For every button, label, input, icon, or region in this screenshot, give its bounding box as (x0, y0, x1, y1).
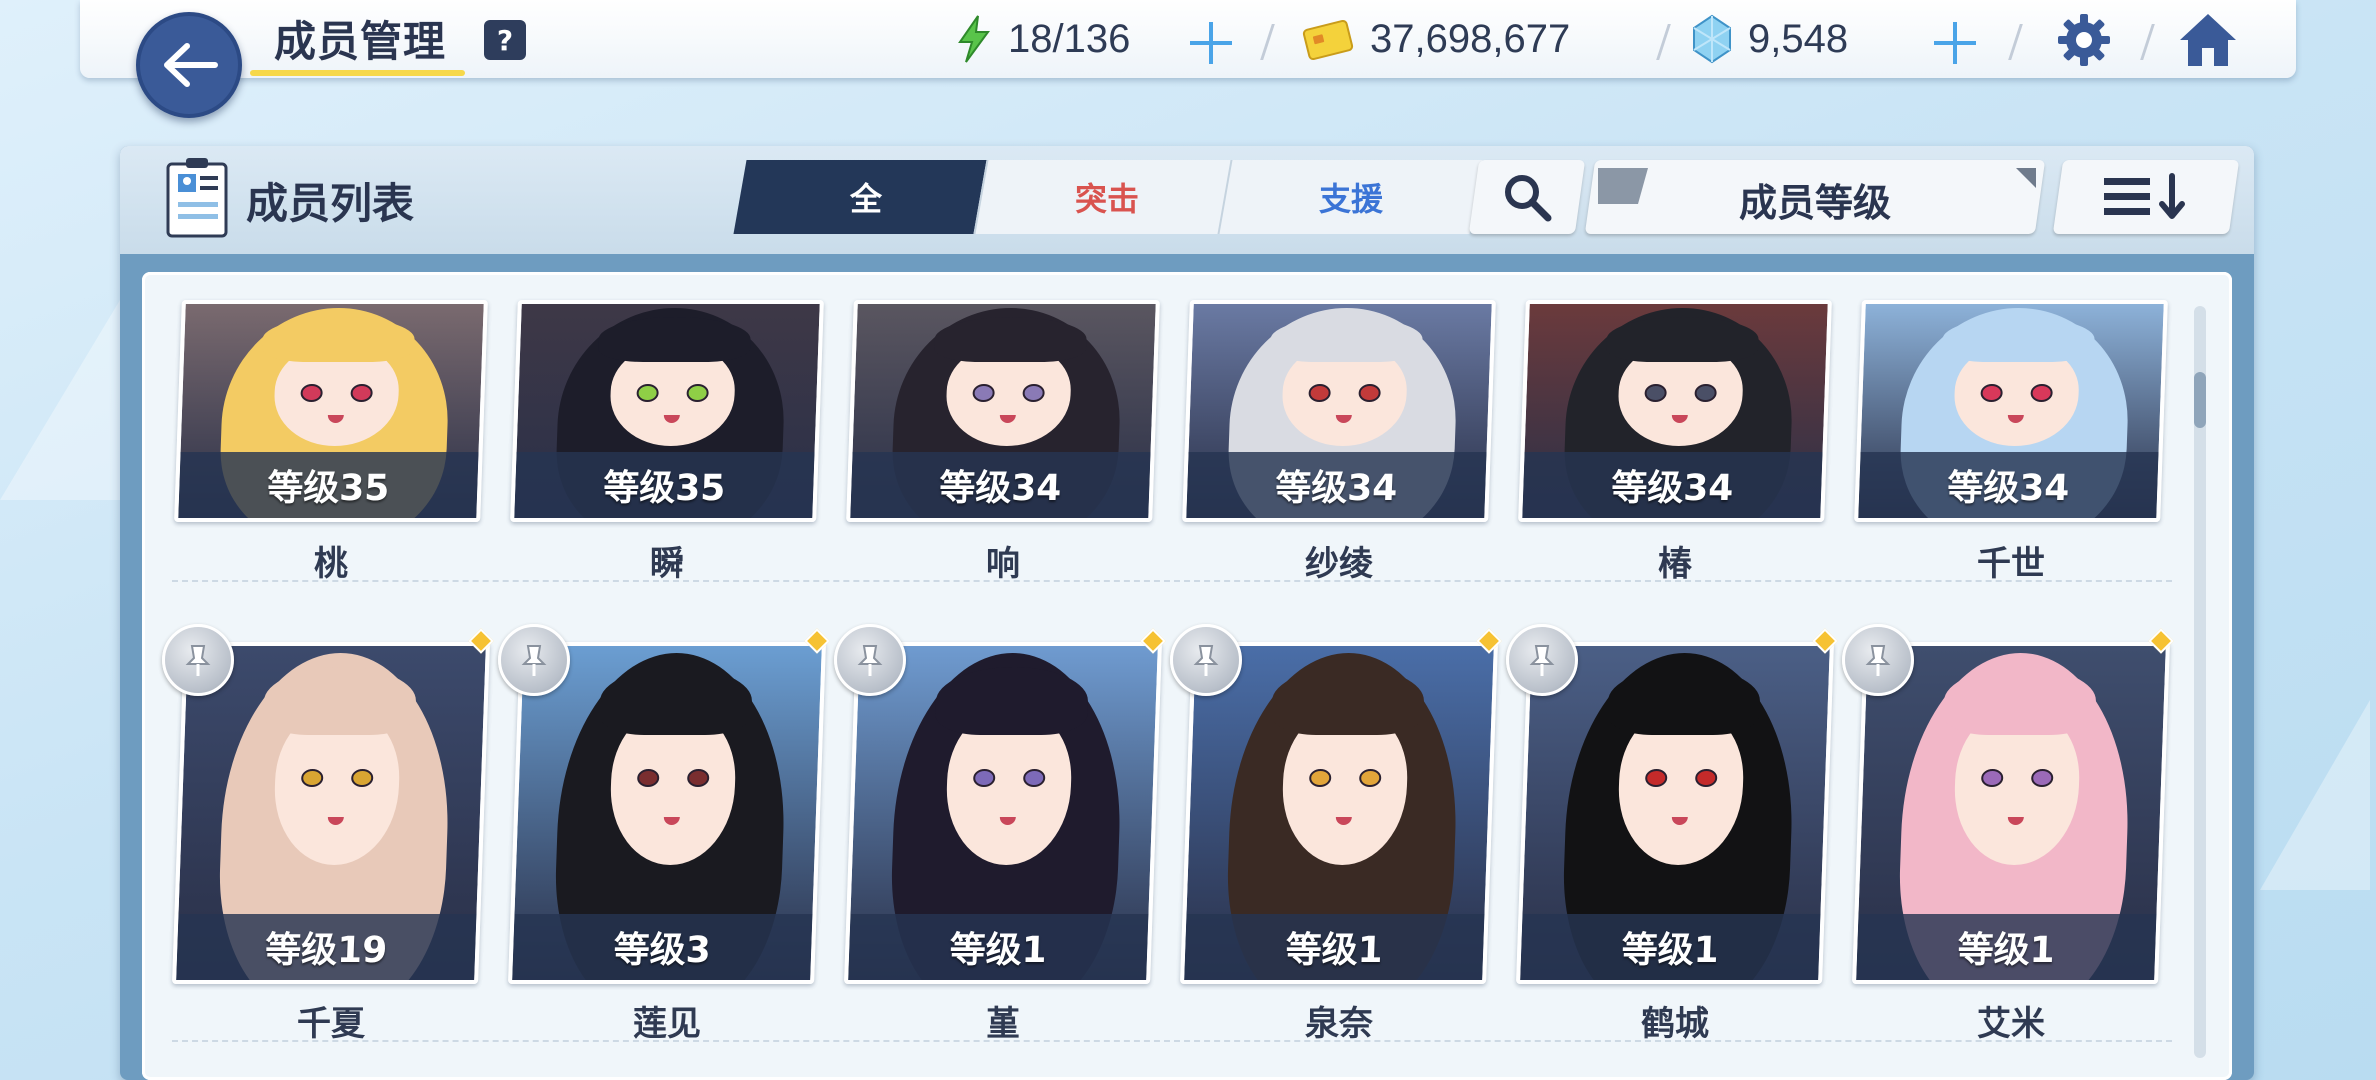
tab-special[interactable]: 支援 (1217, 160, 1483, 234)
add-gems-button[interactable] (1932, 20, 1978, 66)
member-portrait: 等级35 (174, 300, 488, 522)
member-portrait: 等级34 (1518, 300, 1832, 522)
search-button[interactable] (1468, 160, 1586, 234)
home-button[interactable] (2176, 8, 2240, 72)
member-portrait: 等级1 (1516, 642, 1834, 984)
pin-icon (521, 645, 547, 676)
tab-label: 支援 (1318, 180, 1383, 218)
member-card[interactable]: 等级34 千世 (1854, 300, 2168, 586)
sort-order-button[interactable] (2052, 160, 2240, 234)
pin-button[interactable] (498, 624, 570, 696)
member-card[interactable]: 等级34 响 (846, 300, 1160, 586)
member-name: 莲见 (633, 1004, 701, 1044)
member-portrait: 等级1 (1180, 642, 1498, 984)
title-underline (250, 70, 465, 76)
page-title: 成员管理 (274, 17, 447, 66)
member-portrait: 等级34 (1854, 300, 2168, 522)
member-portrait: 等级34 (1182, 300, 1496, 522)
tab-label: 突击 (1074, 180, 1139, 218)
level-badge: 等级1 (848, 914, 1149, 980)
pin-icon (857, 645, 883, 676)
member-portrait: 等级1 (1852, 642, 2170, 984)
level-badge: 等级19 (176, 914, 477, 980)
lightning-icon (958, 15, 990, 63)
gem-icon (1693, 14, 1731, 64)
pin-button[interactable] (1170, 624, 1242, 696)
member-card[interactable]: 等级35 桃 (174, 300, 488, 586)
home-icon (2180, 14, 2236, 66)
member-name: 响 (986, 544, 1020, 584)
ap-value: 18/136 (1008, 16, 1131, 61)
scrollbar-thumb[interactable] (2194, 372, 2206, 428)
pin-icon (185, 645, 211, 676)
member-portrait: 等级34 (846, 300, 1160, 522)
member-card[interactable]: 等级1 艾米 (1852, 642, 2170, 1046)
gems-display: 9,548 (1690, 14, 1848, 64)
tab-all[interactable]: 全 (733, 160, 999, 234)
level-badge: 等级35 (514, 452, 815, 518)
level-badge: 等级34 (1522, 452, 1823, 518)
level-badge: 等级34 (850, 452, 1151, 518)
gear-icon (2058, 14, 2110, 66)
member-name: 椿 (1658, 544, 1692, 584)
member-portrait: 等级35 (510, 300, 824, 522)
member-name: 堇 (986, 1004, 1020, 1044)
member-card[interactable]: 等级3 莲见 (508, 642, 826, 1046)
level-badge: 等级35 (178, 452, 479, 518)
credit-card-icon (1302, 19, 1354, 61)
member-name: 鹤城 (1641, 1004, 1709, 1044)
pin-button[interactable] (162, 624, 234, 696)
level-badge: 等级1 (1856, 914, 2157, 980)
pin-icon (1529, 645, 1555, 676)
member-portrait: 等级3 (508, 642, 826, 984)
member-name: 千夏 (297, 1004, 365, 1044)
level-badge: 等级34 (1186, 452, 1487, 518)
settings-button[interactable] (2054, 10, 2114, 70)
search-icon (1505, 175, 1552, 222)
credits-display: 37,698,677 (1302, 14, 1570, 64)
add-ap-button[interactable] (1188, 20, 1234, 66)
pin-icon (1193, 645, 1219, 676)
tab-striker[interactable]: 突击 (973, 160, 1239, 234)
member-card[interactable]: 等级1 鹤城 (1516, 642, 1834, 1046)
pin-button[interactable] (834, 624, 906, 696)
member-name: 桃 (314, 544, 348, 584)
level-badge: 等级1 (1184, 914, 1485, 980)
member-name: 瞬 (650, 544, 684, 584)
member-card[interactable]: 等级1 泉奈 (1180, 642, 1498, 1046)
help-button[interactable]: ? (484, 20, 526, 60)
member-list-icon (164, 156, 230, 240)
level-badge: 等级3 (512, 914, 813, 980)
panel-title: 成员列表 (246, 179, 415, 228)
sort-descending-icon (2104, 173, 2185, 219)
pin-button[interactable] (1506, 624, 1578, 696)
member-card[interactable]: 等级34 纱绫 (1182, 300, 1496, 586)
member-name: 纱绫 (1305, 544, 1373, 584)
tab-label: 全 (849, 180, 882, 218)
back-button[interactable] (136, 12, 242, 118)
member-card[interactable]: 等级34 椿 (1518, 300, 1832, 586)
filter-label: 成员等级 (1738, 181, 1891, 225)
member-card[interactable]: 等级19 千夏 (172, 642, 490, 1046)
member-card[interactable]: 等级35 瞬 (510, 300, 824, 586)
member-portrait: 等级1 (844, 642, 1162, 984)
background-shape (2260, 700, 2370, 890)
member-name: 千世 (1977, 544, 2045, 584)
member-name: 艾米 (1977, 1004, 2045, 1044)
level-badge: 等级34 (1858, 452, 2159, 518)
member-portrait: 等级19 (172, 642, 490, 984)
level-badge: 等级1 (1520, 914, 1821, 980)
arrow-left-icon (164, 43, 218, 87)
ap-display: 18/136 (954, 14, 1130, 64)
pin-icon (1865, 645, 1891, 676)
credits-value: 37,698,677 (1370, 16, 1571, 61)
pin-button[interactable] (1842, 624, 1914, 696)
member-name: 泉奈 (1305, 1004, 1373, 1044)
member-card[interactable]: 等级1 堇 (844, 642, 1162, 1046)
gems-value: 9,548 (1748, 16, 1849, 61)
